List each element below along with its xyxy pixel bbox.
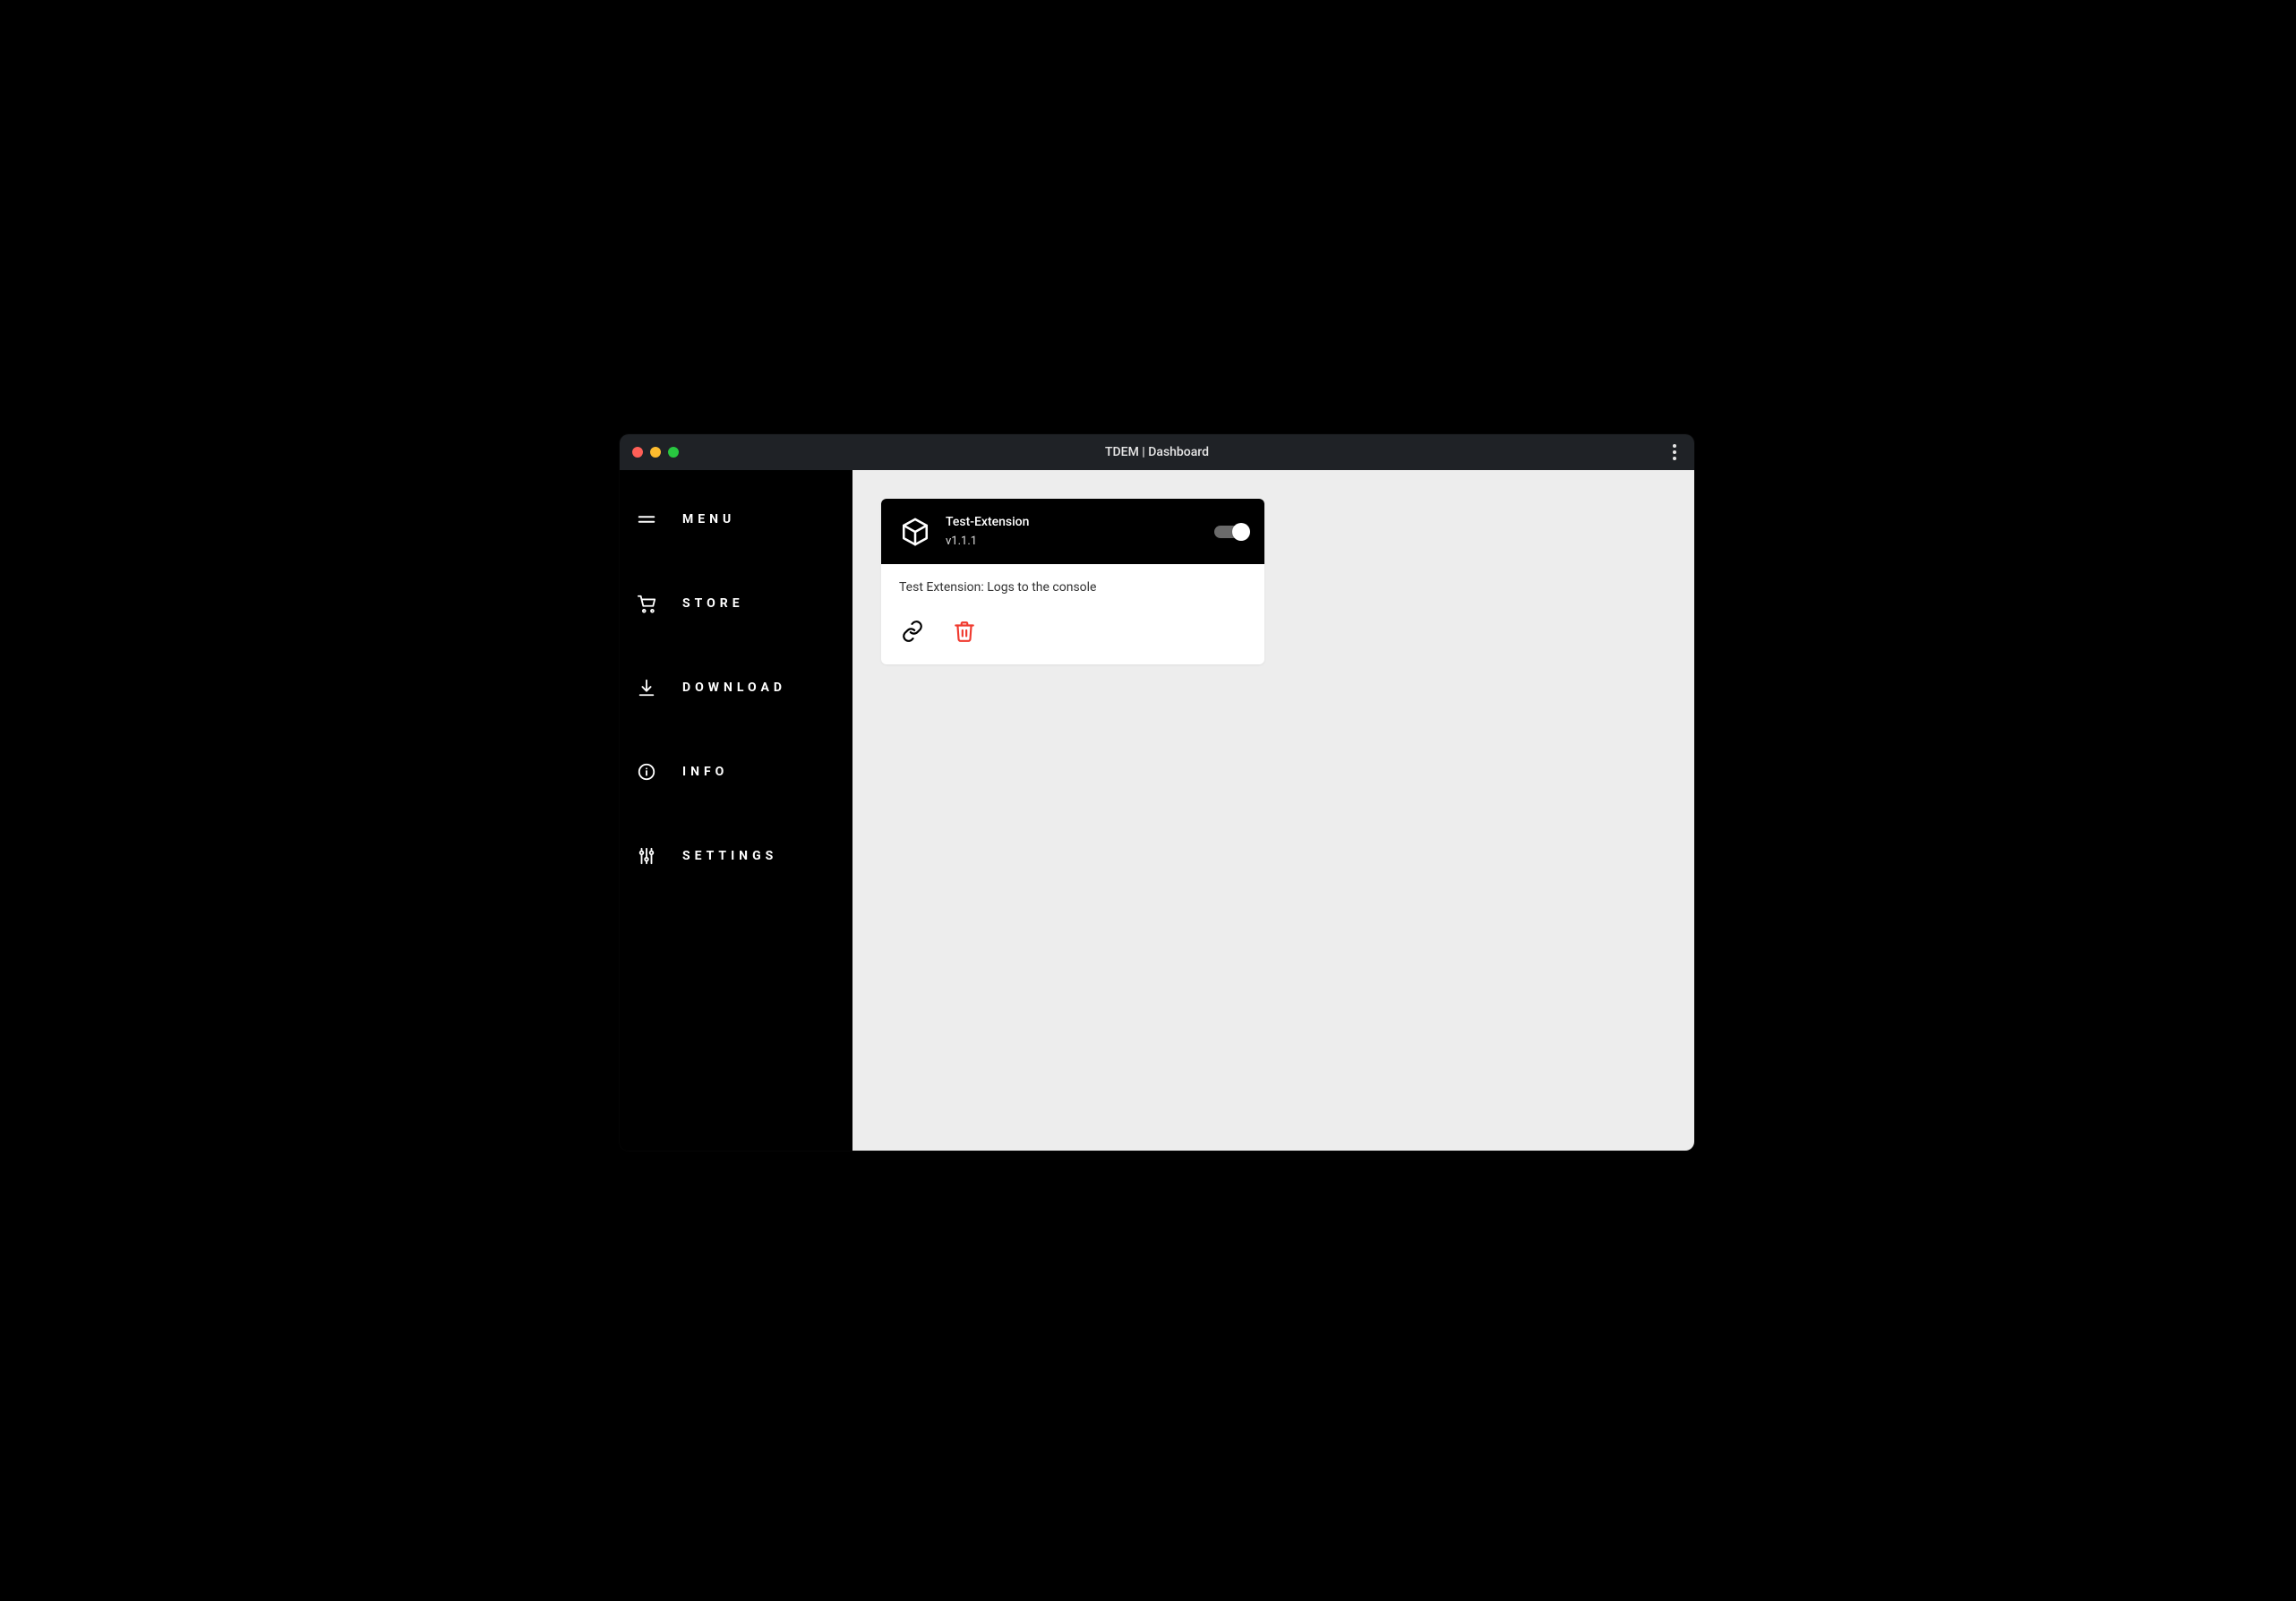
package-icon bbox=[899, 516, 931, 548]
extension-card-header: Test-Extension v1.1.1 bbox=[881, 499, 1264, 564]
extension-delete-button[interactable] bbox=[951, 618, 978, 645]
content-area: Test-Extension v1.1.1 Test Extension: Lo… bbox=[852, 470, 1694, 1151]
sidebar-item-label: DOWNLOAD bbox=[682, 681, 786, 695]
titlebar: TDEM | Dashboard bbox=[620, 434, 1694, 470]
fullscreen-window-button[interactable] bbox=[668, 447, 679, 458]
sidebar-item-store[interactable]: STORE bbox=[620, 581, 852, 626]
sliders-icon bbox=[636, 846, 657, 866]
app-window: TDEM | Dashboard MENU STORE bbox=[620, 434, 1694, 1151]
sidebar-item-label: SETTINGS bbox=[682, 849, 777, 863]
info-icon bbox=[636, 762, 657, 782]
sidebar-item-menu[interactable]: MENU bbox=[620, 497, 852, 542]
window-controls bbox=[632, 447, 679, 458]
trash-icon bbox=[953, 620, 976, 643]
more-menu-button[interactable] bbox=[1667, 439, 1682, 466]
window-title: TDEM | Dashboard bbox=[620, 445, 1694, 459]
extension-version: v1.1.1 bbox=[946, 535, 1029, 548]
extension-link-button[interactable] bbox=[899, 618, 926, 645]
extension-card: Test-Extension v1.1.1 Test Extension: Lo… bbox=[881, 499, 1264, 664]
sidebar-item-download[interactable]: DOWNLOAD bbox=[620, 665, 852, 710]
sidebar: MENU STORE DOWNLOAD bbox=[620, 470, 852, 1151]
link-icon bbox=[901, 620, 924, 643]
extension-name: Test-Extension bbox=[946, 515, 1029, 529]
sidebar-item-label: STORE bbox=[682, 596, 744, 611]
sidebar-item-label: INFO bbox=[682, 765, 728, 779]
sidebar-item-info[interactable]: INFO bbox=[620, 749, 852, 794]
menu-icon bbox=[636, 509, 657, 529]
sidebar-item-settings[interactable]: SETTINGS bbox=[620, 834, 852, 878]
download-icon bbox=[636, 678, 657, 698]
cart-icon bbox=[636, 594, 657, 613]
close-window-button[interactable] bbox=[632, 447, 643, 458]
extension-description: Test Extension: Logs to the console bbox=[899, 580, 1247, 595]
minimize-window-button[interactable] bbox=[650, 447, 661, 458]
extension-enable-toggle[interactable] bbox=[1214, 526, 1247, 538]
sidebar-item-label: MENU bbox=[682, 512, 735, 527]
